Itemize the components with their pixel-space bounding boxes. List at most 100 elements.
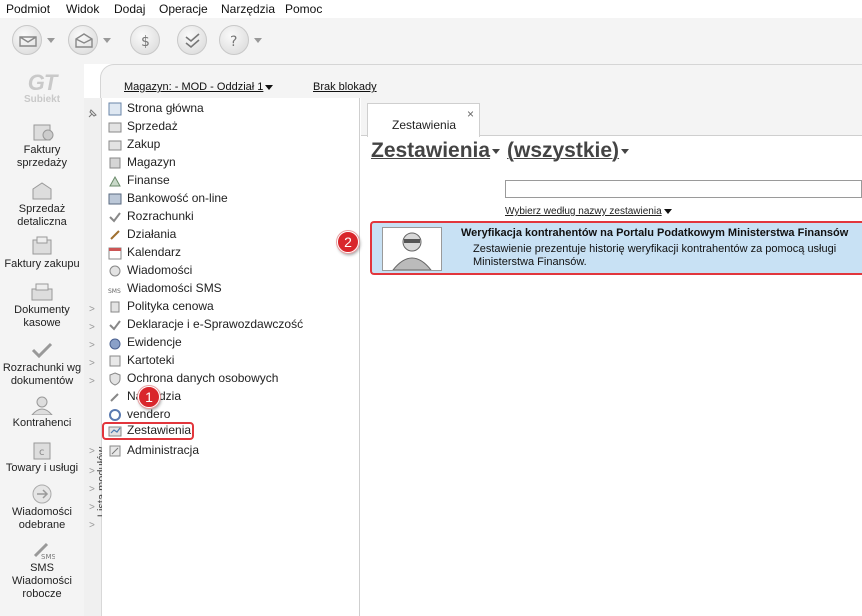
declarations-icon bbox=[109, 320, 121, 331]
search-hint-label: Wybierz według nazwy zestawienia bbox=[505, 206, 662, 217]
send-button[interactable] bbox=[12, 25, 42, 55]
context-header: Magazyn: - MOD - Oddział 1 Brak blokady bbox=[100, 64, 862, 98]
module-deklaracje[interactable]: Deklaracje i e-Sprawozdawczość bbox=[106, 316, 356, 334]
module-wiadomosci[interactable]: Wiadomości bbox=[106, 262, 356, 280]
app-logo: GT Subiekt bbox=[23, 70, 61, 106]
nav-towary-i-uslugi[interactable]: c Towary i usługi bbox=[0, 440, 84, 475]
module-ewidencje[interactable]: Ewidencje bbox=[106, 334, 356, 352]
report-list-item[interactable]: Weryfikacja kontrahentów na Portalu Poda… bbox=[370, 221, 862, 275]
invoice-sales-icon bbox=[33, 124, 54, 141]
tab-label: Zestawienia bbox=[392, 118, 457, 132]
sms-icon: SMS bbox=[108, 288, 121, 295]
category-selector[interactable]: Zestawienia bbox=[371, 139, 501, 163]
svg-text:c: c bbox=[39, 447, 45, 458]
locks-link[interactable]: Brak blokady bbox=[313, 81, 377, 93]
nav-wiadomosci-odebrane[interactable]: Wiadomości odebrane bbox=[0, 484, 84, 532]
administration-icon bbox=[109, 445, 121, 457]
module-kalendarz[interactable]: Kalendarz bbox=[106, 244, 356, 262]
menu-widok[interactable]: Widok bbox=[66, 2, 99, 16]
sms-drafts-icon: SMS bbox=[33, 542, 55, 560]
nav-rozrachunki-wg-dokumentow[interactable]: Rozrachunki wg dokumentów bbox=[0, 340, 84, 388]
sales-icon bbox=[108, 122, 122, 133]
warehouse-label: Magazyn: - MOD - Oddział 1 bbox=[124, 81, 264, 93]
module-list-strip: > > > > > > > > > > Lista modułów bbox=[84, 98, 108, 616]
help-dropdown-arrow[interactable] bbox=[254, 38, 262, 43]
module-sprzedaz[interactable]: Sprzedaż bbox=[106, 118, 356, 136]
nav-faktury-zakupu[interactable]: Faktury zakupu bbox=[0, 236, 84, 271]
chevron-down-icon bbox=[621, 148, 630, 154]
filter-selector[interactable]: (wszystkie) bbox=[507, 139, 630, 163]
chevron-right-icon[interactable]: > bbox=[89, 446, 95, 457]
toolbar: $ ? bbox=[0, 18, 862, 64]
tab-bar: Zestawienia × bbox=[361, 98, 862, 137]
chevron-right-icon[interactable]: > bbox=[89, 340, 95, 351]
module-administracja[interactable]: Administracja bbox=[106, 442, 356, 460]
menu-operacje[interactable]: Operacje bbox=[159, 2, 208, 16]
payments-button[interactable]: $ bbox=[130, 25, 160, 55]
module-ochrona-danych[interactable]: Ochrona danych osobowych bbox=[106, 370, 356, 388]
cash-document-icon bbox=[31, 283, 53, 301]
nav-sms-wiadomosci-robocze[interactable]: SMS SMS Wiadomości robocze bbox=[0, 540, 84, 601]
module-magazyn[interactable]: Magazyn bbox=[106, 154, 356, 172]
nav-sprzedaz-detaliczna[interactable]: Sprzedaż detaliczna bbox=[0, 181, 84, 229]
content-area: Zestawienia × Zestawienia (wszystkie) Wy… bbox=[361, 98, 862, 616]
chevron-right-icon[interactable]: > bbox=[89, 520, 95, 531]
tasks-button[interactable] bbox=[177, 25, 207, 55]
chevron-right-icon[interactable]: > bbox=[89, 502, 95, 513]
receive-button[interactable] bbox=[68, 25, 98, 55]
settlements-icon bbox=[109, 212, 121, 223]
module-strona-glowna[interactable]: Strona główna bbox=[106, 100, 356, 118]
module-bankowosc-on-line[interactable]: Bankowość on-line bbox=[106, 190, 356, 208]
module-rozrachunki[interactable]: Rozrachunki bbox=[106, 208, 356, 226]
settlements-icon bbox=[31, 342, 53, 359]
module-kartoteki[interactable]: Kartoteki bbox=[106, 352, 356, 370]
actions-icon bbox=[110, 230, 120, 240]
chevron-right-icon[interactable]: > bbox=[89, 376, 95, 387]
step-badge-1: 1 bbox=[138, 386, 160, 408]
module-finanse[interactable]: Finanse bbox=[106, 172, 356, 190]
nav-kontrahenci[interactable]: Kontrahenci bbox=[0, 395, 84, 430]
checklist-icon bbox=[185, 33, 200, 49]
chevron-right-icon[interactable]: > bbox=[89, 304, 95, 315]
category-label: Zestawienia bbox=[371, 139, 491, 162]
envelope-open-icon bbox=[75, 33, 93, 48]
module-zakup[interactable]: Zakup bbox=[106, 136, 356, 154]
files-icon bbox=[109, 355, 121, 367]
nav-faktury-sprzedazy[interactable]: Faktury sprzedaży bbox=[0, 122, 84, 170]
svg-text:SMS: SMS bbox=[41, 553, 55, 560]
module-polityka-cenowa[interactable]: Polityka cenowa bbox=[106, 298, 356, 316]
chevron-right-icon[interactable]: > bbox=[89, 466, 95, 477]
svg-text:?: ? bbox=[230, 34, 237, 50]
search-mode-selector[interactable]: Wybierz według nazwy zestawienia bbox=[505, 206, 672, 217]
goods-services-icon: c bbox=[33, 442, 51, 460]
chevron-right-icon[interactable]: > bbox=[89, 484, 95, 495]
finance-icon bbox=[109, 175, 121, 187]
pricing-icon bbox=[110, 301, 120, 313]
person-icon bbox=[391, 232, 433, 271]
report-title: Weryfikacja kontrahentów na Portalu Poda… bbox=[461, 227, 849, 239]
receive-dropdown-arrow[interactable] bbox=[103, 38, 111, 43]
chevron-right-icon[interactable]: > bbox=[89, 358, 95, 369]
menu-podmiot[interactable]: Podmiot bbox=[6, 2, 50, 16]
menu-pomoc[interactable]: Pomoc bbox=[285, 2, 322, 16]
menu-dodaj[interactable]: Dodaj bbox=[114, 2, 145, 16]
messages-icon bbox=[109, 265, 121, 277]
module-wiadomosci-sms[interactable]: SMS Wiadomości SMS bbox=[106, 280, 356, 298]
nav-dokumenty-kasowe[interactable]: Dokumenty kasowe bbox=[0, 282, 84, 330]
search-input[interactable] bbox=[505, 180, 862, 198]
warehouse-icon bbox=[109, 157, 121, 169]
module-dzialania[interactable]: Działania bbox=[106, 226, 356, 244]
chevron-right-icon[interactable]: > bbox=[89, 322, 95, 333]
warehouse-selector[interactable]: Magazyn: - MOD - Oddział 1 bbox=[124, 81, 274, 93]
received-messages-icon bbox=[32, 484, 52, 504]
module-zestawienia[interactable]: Zestawienia bbox=[102, 422, 194, 440]
data-protection-icon bbox=[109, 372, 121, 386]
close-icon[interactable]: × bbox=[467, 107, 474, 121]
help-button[interactable]: ? bbox=[219, 25, 249, 55]
menu-narzedzia[interactable]: Narzędzia bbox=[221, 2, 275, 16]
tab-zestawienia[interactable]: Zestawienia × bbox=[367, 103, 480, 137]
chevron-down-icon bbox=[492, 148, 501, 154]
pin-icon[interactable] bbox=[87, 108, 98, 119]
menu-bar: Podmiot Widok Dodaj Operacje Narzędzia P… bbox=[0, 0, 862, 18]
send-dropdown-arrow[interactable] bbox=[47, 38, 55, 43]
